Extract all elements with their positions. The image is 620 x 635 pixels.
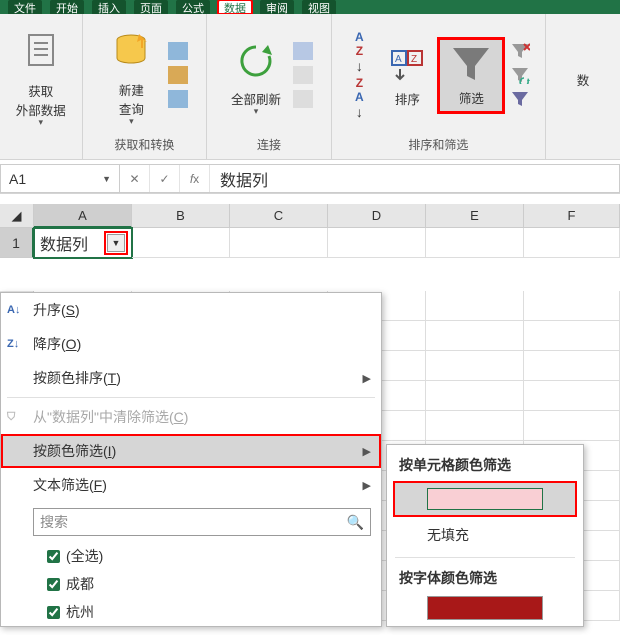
filter-search-input[interactable]: 搜索 🔍 — [33, 508, 371, 536]
submenu-arrow-icon: ▶ — [363, 445, 371, 458]
properties-icon[interactable] — [293, 66, 313, 84]
sort-asc-icon[interactable]: AZ↓ — [346, 34, 372, 70]
edit-links-icon[interactable] — [293, 90, 313, 108]
filter-button[interactable]: 筛选 — [438, 38, 504, 113]
ribbon-tabs: 文件 开始 插入 页面 公式 数据 审阅 视图 — [0, 0, 620, 14]
menu-sort-desc[interactable]: Z↓ 降序(O) — [1, 327, 381, 361]
color-swatch — [427, 488, 543, 510]
refresh-all-button[interactable]: 全部刷新▾ — [225, 33, 287, 117]
col-header-B[interactable]: B — [132, 204, 230, 228]
filter-check-item[interactable]: 成都 — [47, 570, 371, 598]
cell-F1[interactable] — [524, 228, 620, 258]
tab-formula[interactable]: 公式 — [176, 0, 210, 14]
group-label-connections: 连接 — [257, 132, 281, 159]
tab-layout[interactable]: 页面 — [134, 0, 168, 14]
cell-A1[interactable]: 数据列 ▼ — [34, 228, 132, 258]
enter-icon[interactable]: ✓ — [150, 165, 180, 192]
filter-value-list: (全选) 成都 杭州 — [47, 542, 371, 626]
reapply-icon[interactable] — [510, 66, 530, 84]
svg-text:Z: Z — [411, 54, 417, 65]
filter-check-item[interactable]: 杭州 — [47, 598, 371, 626]
menu-sort-by-color[interactable]: 按颜色排序(T) ▶ — [1, 361, 381, 395]
clear-filter-icon[interactable] — [510, 42, 530, 60]
col-header-A[interactable]: A — [34, 204, 132, 228]
submenu-arrow-icon: ▶ — [363, 372, 371, 385]
menu-sort-asc[interactable]: A↓ 升序(S) — [1, 293, 381, 327]
advanced-filter-icon[interactable] — [510, 90, 530, 108]
get-external-data-button[interactable]: 获取 外部数据▾ — [10, 25, 72, 128]
ribbon-more: 数 — [552, 64, 614, 89]
show-queries-icon[interactable] — [168, 42, 188, 60]
name-box[interactable]: A1▼ — [0, 164, 120, 193]
cell-C1[interactable] — [230, 228, 328, 258]
sort-button[interactable]: AZ 排序 — [382, 43, 432, 108]
font-color-swatch[interactable] — [427, 596, 543, 620]
chevron-down-icon: ▾ — [225, 106, 287, 117]
sort-desc-icon[interactable]: ZA↓ — [346, 80, 372, 116]
chevron-down-icon: ▼ — [102, 174, 111, 184]
tab-data[interactable]: 数据 — [218, 0, 252, 14]
filter-no-fill-option[interactable]: 无填充 — [387, 519, 583, 551]
ribbon: 获取 外部数据▾ 新建 查询▾ 获取和转换 — [0, 14, 620, 160]
clear-filter-icon: ⛉ — [7, 408, 25, 426]
tab-home[interactable]: 开始 — [50, 0, 84, 14]
tab-view[interactable]: 视图 — [302, 0, 336, 14]
submenu-heading-cell-color: 按单元格颜色筛选 — [387, 451, 583, 479]
tab-review[interactable]: 审阅 — [260, 0, 294, 14]
menu-filter-by-color[interactable]: 按颜色筛选(I) ▶ — [1, 434, 381, 468]
menu-clear-filter: ⛉ 从"数据列"中清除筛选(C) — [1, 400, 381, 434]
col-header-E[interactable]: E — [426, 204, 524, 228]
from-table-icon[interactable] — [168, 66, 188, 84]
fx-icon[interactable]: fx — [180, 165, 210, 192]
filter-dropdown-button[interactable]: ▼ — [107, 234, 125, 252]
filter-check-all[interactable]: (全选) — [47, 542, 371, 570]
filter-color-option[interactable] — [393, 481, 577, 517]
new-query-button[interactable]: 新建 查询▾ — [100, 24, 162, 127]
recent-sources-icon[interactable] — [168, 90, 188, 108]
sort-dialog-icon: AZ — [390, 49, 424, 83]
cell-B1[interactable] — [132, 228, 230, 258]
menu-text-filter[interactable]: 文本筛选(F) ▶ — [1, 468, 381, 502]
sort-desc-icon: Z↓ — [7, 335, 25, 353]
submenu-heading-font-color: 按字体颜色筛选 — [387, 564, 583, 592]
cell-E1[interactable] — [426, 228, 524, 258]
chevron-down-icon: ▾ — [10, 117, 72, 128]
submenu-arrow-icon: ▶ — [363, 479, 371, 492]
search-icon: 🔍 — [347, 514, 364, 531]
tab-file[interactable]: 文件 — [8, 0, 42, 14]
col-header-F[interactable]: F — [524, 204, 620, 228]
row-header-1[interactable]: 1 — [0, 228, 34, 258]
group-label-sort-filter: 排序和筛选 — [408, 132, 468, 159]
refresh-icon — [234, 39, 278, 83]
formula-input[interactable]: 数据列 — [210, 167, 278, 191]
svg-text:A: A — [395, 54, 402, 65]
database-icon — [109, 30, 153, 74]
worksheet-grid: ◢ A B C D E F 1 数据列 ▼ — [0, 204, 620, 258]
connections-icon[interactable] — [293, 42, 313, 60]
cell-D1[interactable] — [328, 228, 426, 258]
filter-by-color-submenu: 按单元格颜色筛选 无填充 按字体颜色筛选 — [386, 444, 584, 627]
document-icon — [19, 31, 63, 75]
col-header-C[interactable]: C — [230, 204, 328, 228]
col-header-D[interactable]: D — [328, 204, 426, 228]
chevron-down-icon: ▾ — [100, 116, 162, 127]
select-all-corner[interactable]: ◢ — [0, 204, 34, 228]
filter-context-menu: A↓ 升序(S) Z↓ 降序(O) 按颜色排序(T) ▶ ⛉ 从"数据列"中清除… — [0, 292, 382, 627]
tab-insert[interactable]: 插入 — [92, 0, 126, 14]
formula-bar: A1▼ ✕ ✓ fx 数据列 — [0, 164, 620, 194]
sort-asc-icon: A↓ — [7, 301, 25, 319]
group-label-transform: 获取和转换 — [114, 132, 174, 159]
funnel-icon — [449, 44, 493, 84]
cancel-icon[interactable]: ✕ — [120, 165, 150, 192]
